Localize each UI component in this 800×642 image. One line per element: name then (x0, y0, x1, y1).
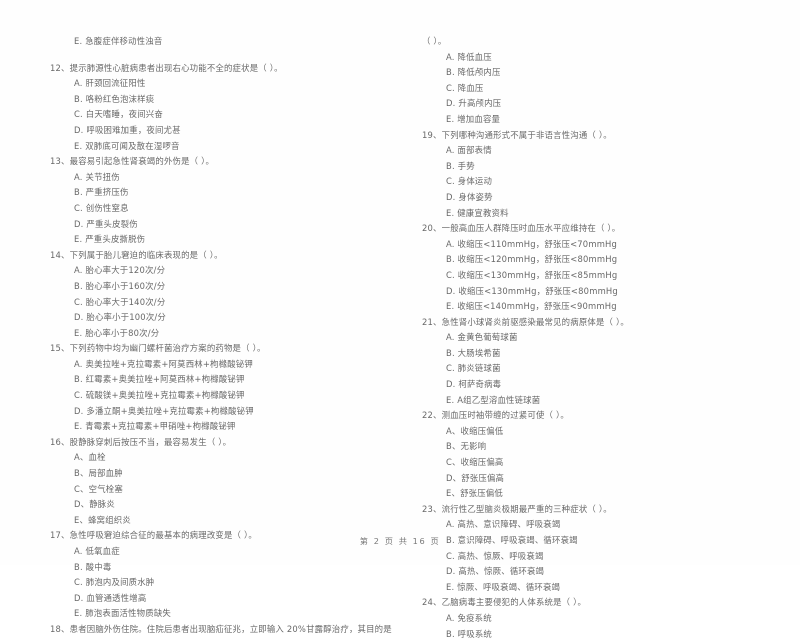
answer-option: B、无影响 (446, 441, 487, 452)
question-text: 15、下列药物中均为幽门螺杆菌治疗方案的药物是（ ）。 (50, 343, 266, 354)
answer-option: B. 严重挤压伤 (74, 187, 129, 198)
answer-option: A. 肝颈回流征阳性 (74, 78, 146, 89)
answer-option: C. 高热、惊厥、呼吸衰竭 (446, 550, 544, 561)
answer-option: C. 身体运动 (446, 176, 493, 187)
answer-option: A、血栓 (74, 452, 106, 463)
answer-option: E. 严重头皮撕脱伤 (74, 234, 146, 245)
answer-option: D、舒张压偏高 (446, 472, 505, 483)
answer-option: B. 手势 (446, 160, 475, 171)
answer-option: B. 收缩压<120mmHg，舒张压<80mmHg (446, 254, 618, 265)
answer-option: A. 金黄色葡萄球菌 (446, 332, 518, 343)
question-text: 12、提示肺源性心脏病患者出现右心功能不全的症状是（ ）。 (50, 62, 283, 73)
answer-option: E. 惊厥、呼吸衰竭、循环衰竭 (446, 581, 561, 592)
two-column-body: E. 急腹症伴移动性浊音 12、提示肺源性心脏病患者出现右心功能不全的症状是（ ）… (44, 34, 756, 639)
answer-option: B. 胎心率小于160次/分 (74, 280, 166, 291)
answer-option: C. 白天嗜睡，夜间兴奋 (74, 109, 163, 120)
answer-option: A. 胎心率大于120次/分 (74, 265, 166, 276)
answer-option: E、蜂窝组织炎 (74, 514, 131, 525)
answer-option: D. 升高颅内压 (446, 98, 502, 109)
answer-option: D. 血管通透性增高 (74, 592, 147, 603)
answer-option: B. 呼吸系统 (446, 628, 492, 639)
answer-option: B. 酸中毒 (74, 561, 112, 572)
question-text: 21、急性肾小球肾炎前驱感染最常见的病原体是（ ）。 (422, 316, 629, 327)
answer-option: C、空气栓塞 (74, 483, 123, 494)
answer-option: A. 高热、意识障碍、呼吸衰竭 (446, 519, 561, 530)
answer-option: C. 创伤性窒息 (74, 202, 129, 213)
answer-option: E. 收缩压<140mmHg，舒张压<90mmHg (446, 301, 617, 312)
answer-option: E. 增加血容量 (446, 113, 501, 124)
question-text: 20、一般高血压人群降压时血压水平应维持在（ ）。 (422, 223, 621, 234)
question-text: 24、乙脑病毒主要侵犯的人体系统是（ ）。 (422, 597, 587, 608)
answer-option: B. 咯粉红色泡沫样痰 (74, 93, 155, 104)
answer-option: D、静脉炎 (74, 499, 115, 510)
answer-option: D. 收缩压<130mmHg，舒张压<80mmHg (446, 285, 618, 296)
left-column: E. 急腹症伴移动性浊音 12、提示肺源性心脏病患者出现右心功能不全的症状是（ ）… (44, 34, 392, 634)
answer-option: E、舒张压偏低 (446, 488, 503, 499)
answer-option: D. 高热、惊厥、循环衰竭 (446, 566, 545, 577)
question-text: 18、患者因脑外伤住院。住院后患者出现脑疝征兆，立即输入 20%甘露醇治疗，其目… (50, 623, 392, 634)
answer-option: E. 青霉素+克拉霉素+甲硝唑+枸橼酸铋钾 (74, 421, 236, 432)
answer-option: C. 肺炎链球菌 (446, 363, 501, 374)
answer-option: D. 胎心率小于100次/分 (74, 312, 167, 323)
answer-option: E. 急腹症伴移动性浊音 (74, 36, 163, 46)
answer-option: E. 胎心率小于80次/分 (74, 327, 160, 338)
answer-option: C. 降血压 (446, 82, 484, 93)
answer-option: A. 关节扭伤 (74, 171, 120, 182)
answer-option: D. 身体姿势 (446, 191, 493, 202)
answer-option: A. 面部表情 (446, 145, 492, 156)
question-text: 14、下列属于胎儿窘迫的临床表现的是（ ）。 (50, 249, 223, 260)
right-column: （ ）。 A. 降低血压 B. 降低颅内压 C. 降血压 D. 升高颅内压 E. 增加血容… (416, 34, 764, 639)
answer-option: A. 免疫系统 (446, 612, 492, 623)
answer-option: C. 收缩压<130mmHg，舒张压<85mmHg (446, 269, 618, 280)
answer-option: C、收缩压偏高 (446, 457, 504, 468)
answer-option: C. 硫酸镁+奥美拉唑+克拉霉素+枸橼酸铋钾 (74, 390, 245, 401)
answer-option: B、局部血肿 (74, 468, 123, 479)
answer-option: B. 红霉素+奥美拉唑+阿莫西林+枸橼酸铋钾 (74, 374, 245, 385)
answer-option: D. 呼吸困难加重，夜间尤甚 (74, 124, 181, 135)
answer-option: C. 肺泡内及间质水肿 (74, 577, 155, 588)
page-footer: 第 2 页 共 16 页 (359, 536, 441, 546)
answer-option: C. 胎心率大于140次/分 (74, 296, 166, 307)
answer-option: E. 肺泡表面活性物质缺失 (74, 608, 171, 619)
answer-option: E. 双肺底可闻及散在湿啰音 (74, 140, 180, 151)
answer-option: E. A组乙型溶血性链球菌 (446, 394, 541, 405)
answer-option: A. 奥美拉唑+克拉霉素+阿莫西林+枸橼酸铋钾 (74, 358, 253, 369)
question-text: 19、下列哪种沟通形式不属于非语言性沟通（ ）。 (422, 129, 612, 140)
answer-option: A. 收缩压<110mmHg，舒张压<70mmHg (446, 238, 618, 249)
question-text: 23、流行性乙型脑炎极期最严重的三种症状（ ）。 (422, 503, 612, 514)
answer-option: A. 降低血压 (446, 51, 492, 62)
answer-option: D. 柯萨奇病毒 (446, 379, 502, 390)
answer-option: B. 大肠埃希菌 (446, 347, 501, 358)
question-continuation: （ ）。 (422, 36, 447, 46)
answer-option: E. 健康宣教资料 (446, 207, 509, 218)
exam-page: E. 急腹症伴移动性浊音 12、提示肺源性心脏病患者出现右心功能不全的症状是（ ）… (0, 0, 800, 639)
question-text: 22、测血压时袖带缠的过紧可使（ ）。 (422, 410, 569, 421)
answer-option: D. 严重头皮裂伤 (74, 218, 138, 229)
answer-option: B. 降低颅内压 (446, 67, 501, 78)
answer-option: A、收缩压偏低 (446, 425, 504, 436)
question-text: 16、股静脉穿刺后按压不当，最容易发生（ ）。 (50, 436, 232, 447)
answer-option: D. 多潘立酮+奥美拉唑+克拉霉素+枸橼酸铋钾 (74, 405, 254, 416)
question-text: 13、最容易引起急性肾衰竭的外伤是（ ）。 (50, 156, 215, 167)
